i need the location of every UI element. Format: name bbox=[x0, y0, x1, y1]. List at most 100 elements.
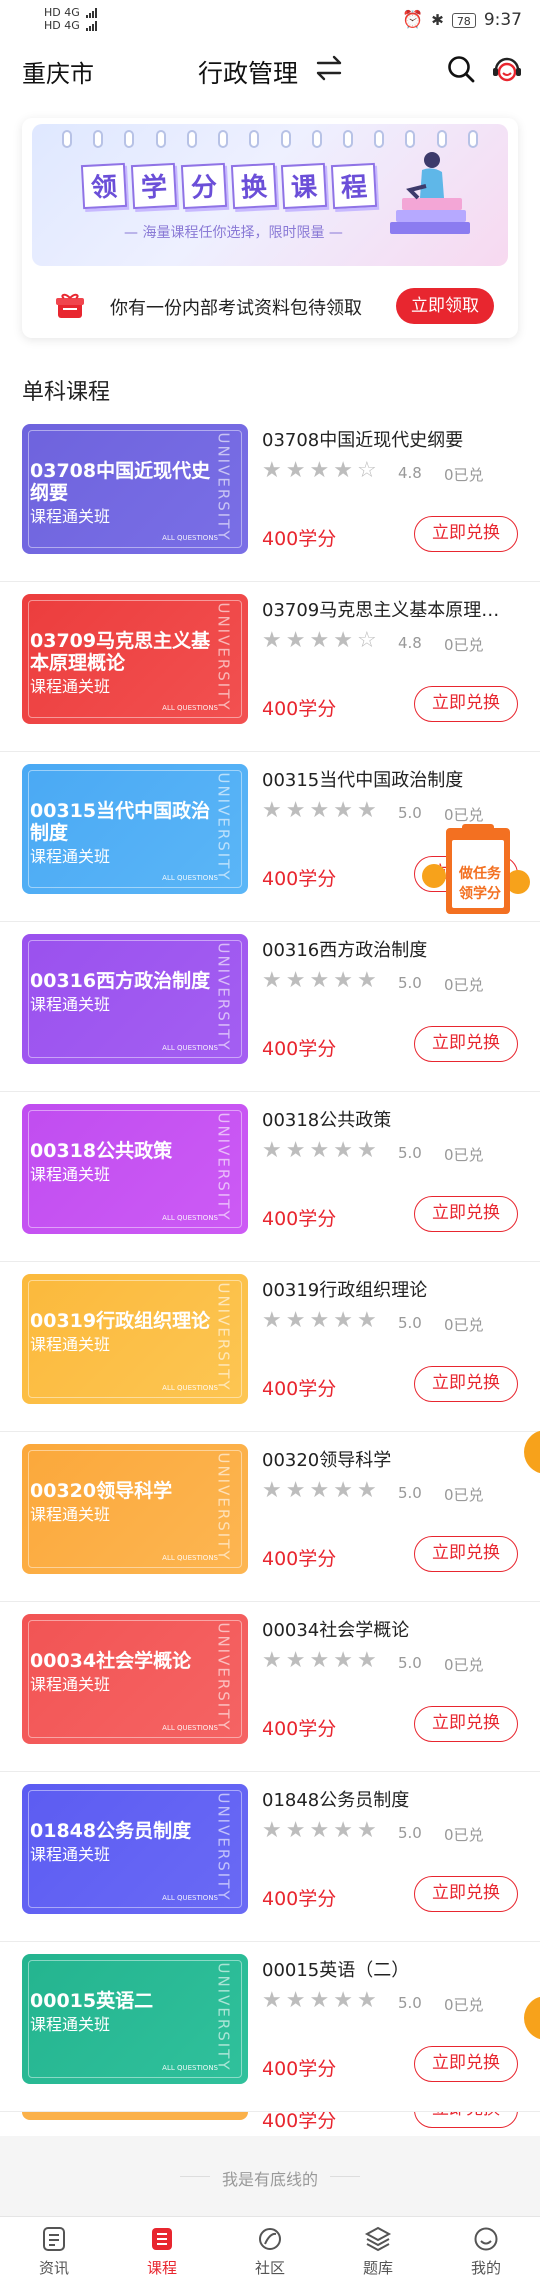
star-filled-icon: ★ bbox=[356, 1818, 377, 1843]
banner-char: 领 bbox=[80, 162, 128, 210]
cover-side-text: UNIVERSITY bbox=[214, 1112, 233, 1222]
tab-course[interactable]: 课程 bbox=[108, 2217, 216, 2294]
redeem-button[interactable]: 立即兑换 bbox=[414, 1706, 518, 1742]
tab-question-bank[interactable]: 题库 bbox=[324, 2217, 432, 2294]
star-filled-icon: ★ bbox=[309, 1478, 330, 1503]
cover-side-text: UNIVERSITY bbox=[214, 1962, 233, 2072]
end-of-list-text: 我是有底线的 bbox=[221, 2170, 318, 2189]
cover-side-text: UNIVERSITY bbox=[214, 1792, 233, 1902]
redeemed-count: 0已兑 bbox=[444, 976, 484, 994]
redeem-button[interactable]: 立即兑换 bbox=[414, 1026, 518, 1062]
news-icon bbox=[43, 2227, 65, 2251]
redeem-button[interactable]: 立即兑换 bbox=[414, 2046, 518, 2082]
redeem-button[interactable]: 立即兑换 bbox=[414, 2112, 518, 2128]
reading-figure-illustration bbox=[390, 152, 470, 234]
course-cover[interactable]: 00320领导科学 课程通关班 UNIVERSITY ALL QUESTIONS bbox=[22, 1444, 248, 1574]
course-name[interactable]: 00034社会学概论 bbox=[262, 1616, 524, 1642]
promo-banner[interactable]: 领 学 分 换 课 程 — 海量课程任你选择，限时限量 — bbox=[32, 124, 508, 266]
bluetooth-icon: ✱ bbox=[431, 11, 444, 29]
course-cover[interactable]: 00318公共政策 课程通关班 UNIVERSITY ALL QUESTIONS bbox=[22, 1104, 248, 1234]
course-item[interactable]: 03708中国近现代史纲要 课程通关班 UNIVERSITY ALL QUESTION… bbox=[0, 412, 540, 582]
star-filled-icon: ★ bbox=[309, 798, 330, 823]
star-rating: ★ ★ ★ ★ ★ bbox=[262, 1310, 377, 1332]
course-name[interactable]: 00318公共政策 bbox=[262, 1106, 524, 1132]
course-cover[interactable]: 00315当代中国政治制度 课程通关班 UNIVERSITY ALL QUESTION… bbox=[22, 764, 248, 894]
course-cover[interactable]: 00034社会学概论 课程通关班 UNIVERSITY ALL QUESTIONS bbox=[22, 1614, 248, 1744]
cover-title-text: 00319行政组织理论 bbox=[30, 1310, 211, 1332]
star-filled-icon: ★ bbox=[309, 968, 330, 993]
cover-tag: ALL QUESTIONS bbox=[162, 1724, 218, 1732]
star-filled-icon: ★ bbox=[309, 1988, 330, 2013]
course-points: 400学分 bbox=[262, 1038, 337, 1060]
course-cover[interactable]: 03708中国近现代史纲要 课程通关班 UNIVERSITY ALL QUESTION… bbox=[22, 424, 248, 554]
rating-score: 5.0 bbox=[398, 1484, 422, 1502]
star-rating: ★ ★ ★ ★ ☆ bbox=[262, 460, 377, 482]
star-filled-icon: ★ bbox=[309, 1818, 330, 1843]
course-item[interactable]: 00034社会学概论 课程通关班 UNIVERSITY ALL QUESTIONS 00… bbox=[0, 1602, 540, 1772]
course-name[interactable]: 00315当代中国政治制度 bbox=[262, 766, 524, 792]
task-reward-float[interactable]: 做任务 领学分 bbox=[420, 822, 530, 918]
course-name[interactable]: 00015英语（二） bbox=[262, 1956, 524, 1982]
cover-tag: ALL QUESTIONS bbox=[162, 1554, 218, 1562]
bottom-tab-bar: 资讯 课程 社区 题库 我的 bbox=[0, 2216, 540, 2294]
claim-button[interactable]: 立即领取 bbox=[396, 288, 494, 324]
course-name[interactable]: 00319行政组织理论 bbox=[262, 1276, 524, 1302]
swap-icon[interactable] bbox=[314, 54, 344, 82]
search-icon[interactable] bbox=[446, 54, 476, 84]
tab-profile[interactable]: 我的 bbox=[432, 2217, 540, 2294]
course-cover[interactable]: 03709马克思主义基本原理概论 课程通关班 UNIVERSITY ALL QUEST… bbox=[22, 594, 248, 724]
cover-subtitle: 课程通关班 bbox=[30, 507, 111, 526]
redeemed-count: 0已兑 bbox=[444, 1316, 484, 1334]
star-filled-icon: ★ bbox=[356, 1478, 377, 1503]
course-points: 400学分 bbox=[262, 698, 337, 720]
course-name[interactable]: 03709马克思主义基本原理… bbox=[262, 596, 524, 622]
task-line-1: 做任务 bbox=[459, 866, 501, 882]
course-name[interactable]: 01848公务员制度 bbox=[262, 1786, 524, 1812]
course-item[interactable]: 00320领导科学 课程通关班 UNIVERSITY ALL QUESTIONS 003… bbox=[0, 1432, 540, 1602]
redeem-button[interactable]: 立即兑换 bbox=[414, 516, 518, 552]
customer-service-icon[interactable] bbox=[490, 52, 524, 86]
course-item[interactable]: 00316西方政治制度 课程通关班 UNIVERSITY ALL QUESTIONS 0… bbox=[0, 922, 540, 1092]
course-cover[interactable]: 01848公务员制度 课程通关班 UNIVERSITY ALL QUESTIONS bbox=[22, 1784, 248, 1914]
course-name[interactable]: 00320领导科学 bbox=[262, 1446, 524, 1472]
redeem-button[interactable]: 立即兑换 bbox=[414, 1536, 518, 1572]
redeemed-count: 0已兑 bbox=[444, 1996, 484, 2014]
cover-subtitle: 课程通关班 bbox=[30, 1165, 111, 1184]
rating-score: 4.8 bbox=[398, 464, 422, 482]
signal-icon-2 bbox=[85, 20, 97, 31]
course-item[interactable]: 00319行政组织理论 课程通关班 UNIVERSITY ALL QUESTIONS 0… bbox=[0, 1262, 540, 1432]
claim-text: 你有一份内部考试资料包待领取 bbox=[110, 298, 362, 319]
redeem-button[interactable]: 立即兑换 bbox=[414, 1366, 518, 1402]
cover-subtitle: 课程通关班 bbox=[30, 1505, 111, 1524]
star-filled-icon: ★ bbox=[285, 1138, 306, 1163]
course-name[interactable]: 03708中国近现代史纲要 bbox=[262, 426, 524, 452]
course-name[interactable]: 00316西方政治制度 bbox=[262, 936, 524, 962]
tab-news[interactable]: 资讯 bbox=[0, 2217, 108, 2294]
course-cover[interactable]: 00015英语二 课程通关班 UNIVERSITY ALL QUESTIONS bbox=[22, 1954, 248, 2084]
tab-community[interactable]: 社区 bbox=[216, 2217, 324, 2294]
star-filled-icon: ★ bbox=[262, 1988, 282, 2013]
course-item[interactable]: 00015英语二 课程通关班 UNIVERSITY ALL QUESTIONS 0001… bbox=[0, 1942, 540, 2112]
section-title: 单科课程 bbox=[22, 380, 111, 405]
course-cover[interactable]: 00316西方政治制度 课程通关班 UNIVERSITY ALL QUESTIONS bbox=[22, 934, 248, 1064]
network-label: HD 4G bbox=[44, 6, 80, 19]
star-filled-icon: ★ bbox=[309, 628, 330, 653]
course-item[interactable]: 01848公务员制度 课程通关班 UNIVERSITY ALL QUESTIONS 01… bbox=[0, 1772, 540, 1942]
redeem-button[interactable]: 立即兑换 bbox=[414, 1876, 518, 1912]
course-item[interactable]: 00318公共政策 课程通关班 UNIVERSITY ALL QUESTIONS 003… bbox=[0, 1092, 540, 1262]
star-rating: ★ ★ ★ ★ ★ bbox=[262, 970, 377, 992]
star-filled-icon: ★ bbox=[356, 1138, 377, 1163]
star-empty-icon: ☆ bbox=[356, 628, 377, 653]
battery-icon: 78 bbox=[451, 12, 476, 28]
cover-side-text: UNIVERSITY bbox=[214, 602, 233, 712]
cover-title-text: 00034社会学概论 bbox=[30, 1650, 192, 1672]
redeem-button[interactable]: 立即兑换 bbox=[414, 1196, 518, 1232]
course-item[interactable]: 03709马克思主义基本原理概论 课程通关班 UNIVERSITY ALL QUEST… bbox=[0, 582, 540, 752]
tab-label: 资讯 bbox=[38, 2259, 69, 2277]
rating-score: 5.0 bbox=[398, 1824, 422, 1842]
network-label-2: HD 4G bbox=[44, 19, 80, 32]
star-rating: ★ ★ ★ ★ ★ bbox=[262, 1140, 377, 1162]
redeem-button[interactable]: 立即兑换 bbox=[414, 686, 518, 722]
course-cover[interactable]: 00319行政组织理论 课程通关班 UNIVERSITY ALL QUESTIONS bbox=[22, 1274, 248, 1404]
star-filled-icon: ★ bbox=[262, 968, 282, 993]
